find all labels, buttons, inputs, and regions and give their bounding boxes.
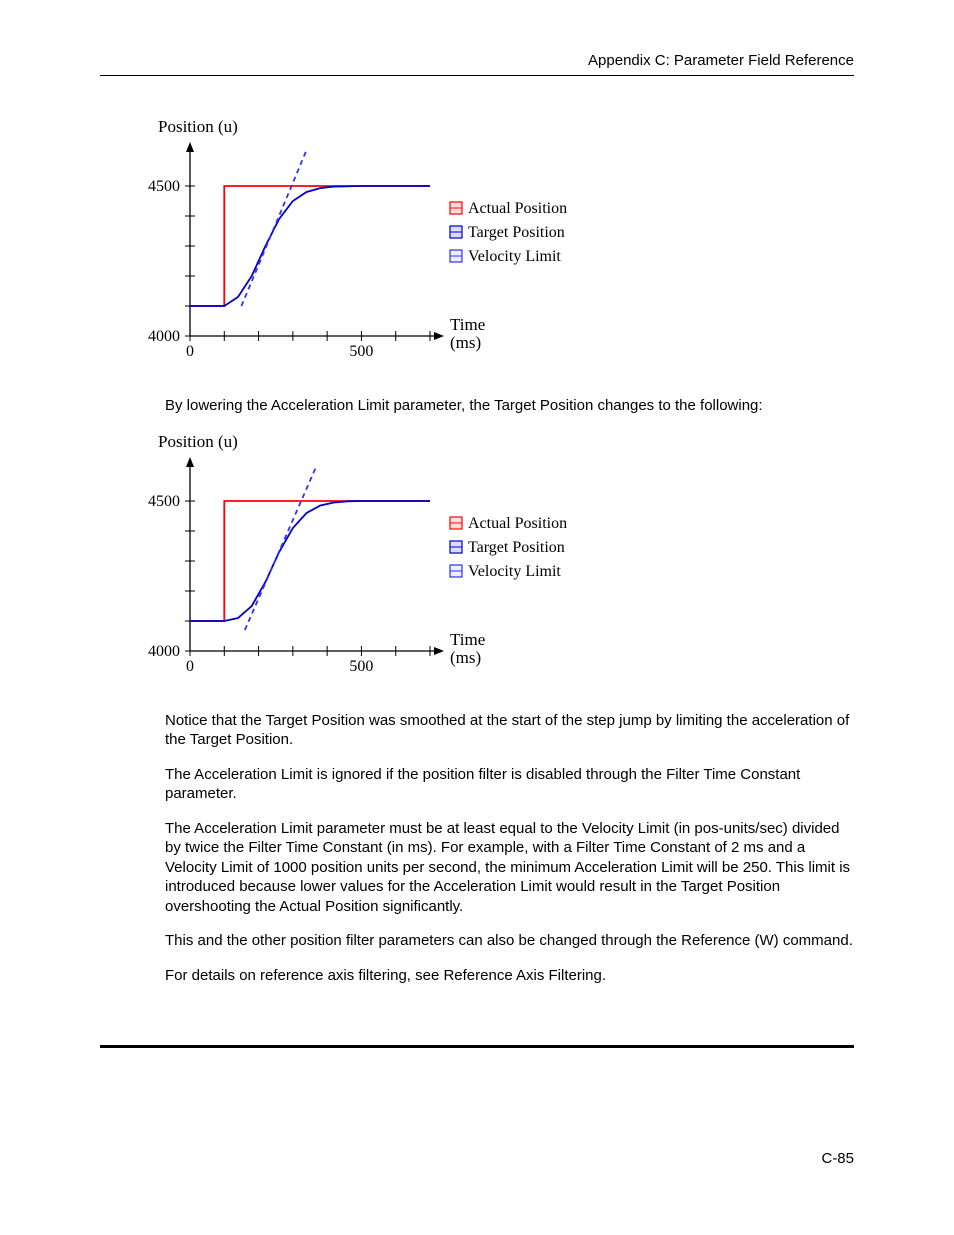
- chart-2: Position (u) 4000 4500 0 500 Time(ms) Actual P…: [130, 431, 854, 691]
- y-axis-label: Position (u): [158, 117, 238, 136]
- legend-label: Velocity Limit: [468, 563, 561, 580]
- y-axis-label: Position (u): [158, 432, 238, 451]
- chart-1: Position (u) 4000 4500 0 500 Time(ms) Actual P…: [130, 116, 854, 376]
- x-tick-label: 500: [349, 343, 373, 360]
- paragraph-4: The Acceleration Limit parameter must be…: [165, 819, 854, 917]
- x-tick-label: 0: [186, 343, 194, 360]
- paragraph-6: For details on reference axis filtering,…: [165, 966, 854, 986]
- series-line: [190, 186, 430, 306]
- series-line: [190, 186, 430, 306]
- x-axis-label: Time: [450, 315, 485, 334]
- header-title: Appendix C: Parameter Field Reference: [588, 52, 854, 69]
- arrow-right-icon: [434, 332, 444, 340]
- legend-label: Velocity Limit: [468, 248, 561, 265]
- arrow-right-icon: [434, 647, 444, 655]
- legend-label: Actual Position: [468, 515, 567, 532]
- arrow-up-icon: [186, 457, 194, 467]
- series-line: [241, 150, 306, 306]
- footer-rule: [100, 1045, 854, 1048]
- series-line: [190, 501, 430, 621]
- arrow-up-icon: [186, 142, 194, 152]
- legend-label: Target Position: [468, 224, 565, 241]
- paragraph-2: Notice that the Target Position was smoo…: [165, 711, 854, 750]
- paragraph-1: By lowering the Acceleration Limit param…: [165, 396, 854, 416]
- y-tick-label: 4500: [148, 178, 180, 195]
- x-axis-unit: (ms): [450, 333, 481, 352]
- paragraph-5: This and the other position filter param…: [165, 931, 854, 951]
- y-tick-label: 4000: [148, 643, 180, 660]
- series-line: [190, 501, 430, 621]
- x-axis-unit: (ms): [450, 648, 481, 667]
- y-tick-label: 4000: [148, 328, 180, 345]
- x-tick-label: 0: [186, 658, 194, 675]
- y-tick-label: 4500: [148, 493, 180, 510]
- page-number: C-85: [821, 1150, 854, 1167]
- series-line: [245, 465, 317, 630]
- x-tick-label: 500: [349, 658, 373, 675]
- x-axis-label: Time: [450, 630, 485, 649]
- legend-label: Target Position: [468, 539, 565, 556]
- legend-label: Actual Position: [468, 200, 567, 217]
- paragraph-3: The Acceleration Limit is ignored if the…: [165, 765, 854, 804]
- page-header: Appendix C: Parameter Field Reference: [100, 52, 854, 76]
